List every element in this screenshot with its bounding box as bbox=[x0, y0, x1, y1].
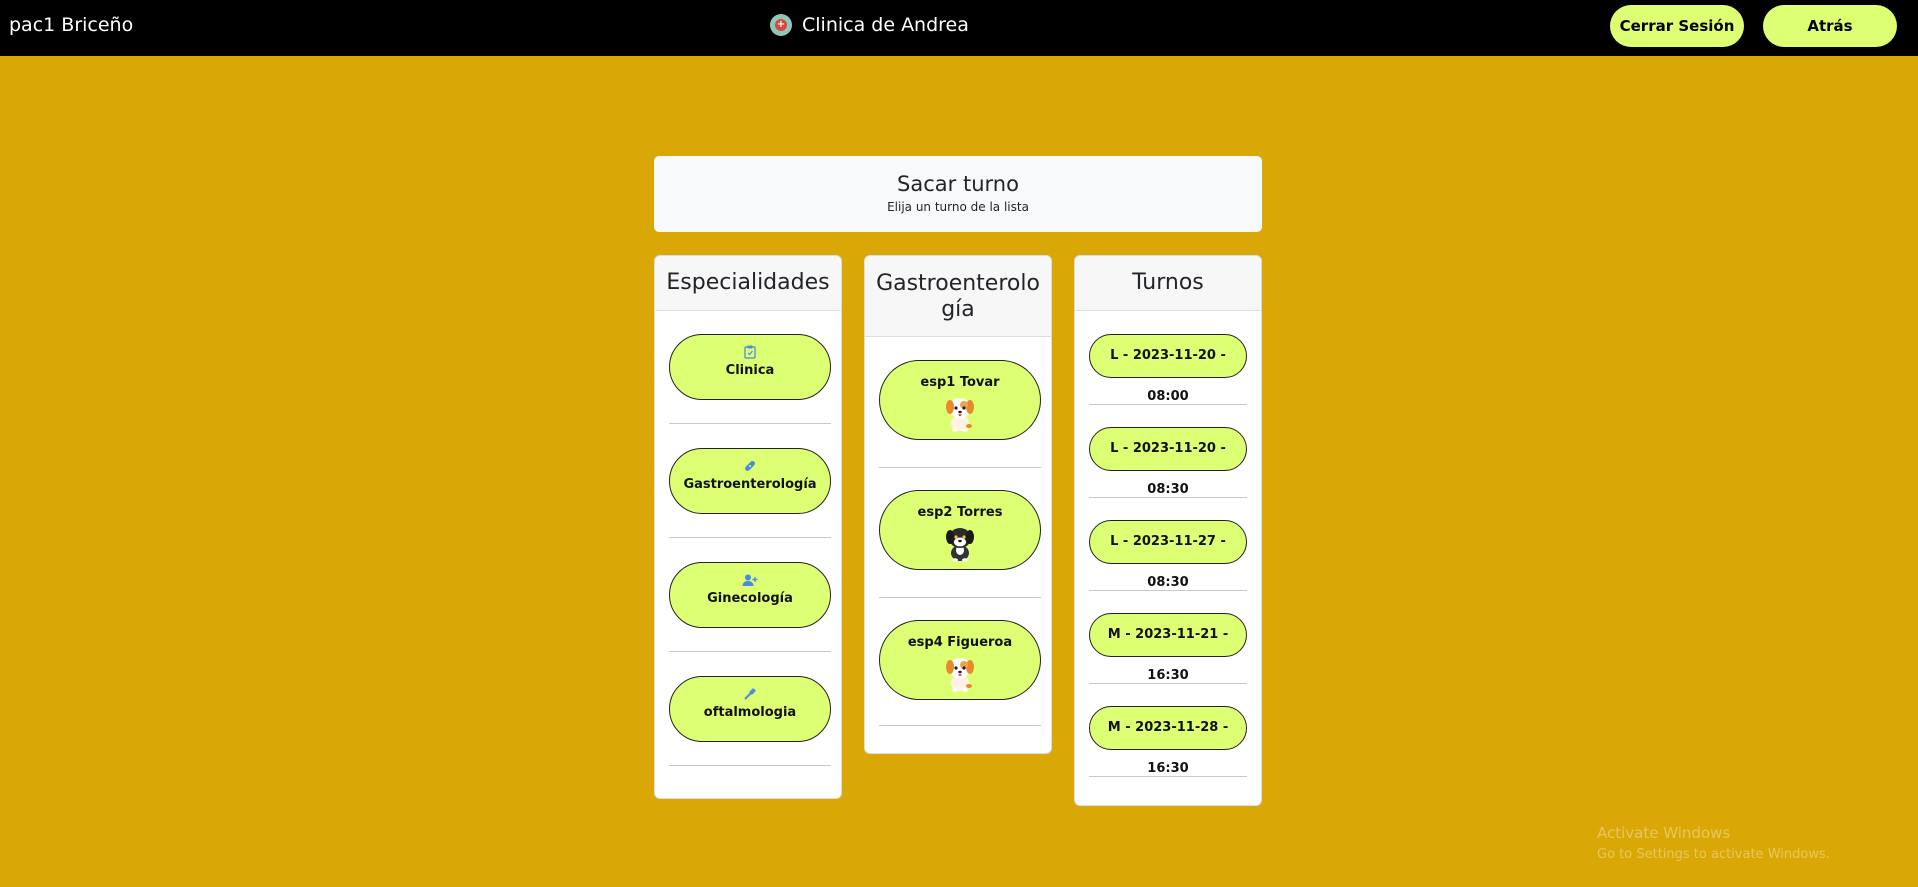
page-subtitle: Elija un turno de la lista bbox=[887, 200, 1029, 214]
turno-button[interactable]: L - 2023-11-20 - 08:30 bbox=[1089, 427, 1247, 497]
specialty-gastroenterologia-button[interactable]: Gastroenterología bbox=[669, 448, 831, 514]
turno-button[interactable]: M - 2023-11-28 - 16:30 bbox=[1089, 706, 1247, 776]
puppy-orange-avatar bbox=[946, 658, 974, 692]
user-plus-icon bbox=[670, 573, 830, 591]
doctor-torres-button[interactable]: esp2 Torres bbox=[879, 490, 1041, 570]
top-navbar: pac1 Briceño + Clinica de Andrea Cerrar … bbox=[0, 0, 1918, 56]
user-name: pac1 Briceño bbox=[9, 14, 134, 36]
header-card: Sacar turno Elija un turno de la lista bbox=[654, 156, 1262, 232]
doctor-figueroa-button[interactable]: esp4 Figueroa bbox=[879, 620, 1041, 700]
especialidades-card: Especialidades Clinica Gastroenterología… bbox=[654, 255, 842, 799]
back-button[interactable]: Atrás bbox=[1763, 5, 1897, 47]
clinic-logo-icon: + bbox=[770, 14, 792, 36]
clipboard-icon bbox=[670, 345, 830, 363]
doctor-tovar-button[interactable]: esp1 Tovar bbox=[879, 360, 1041, 440]
specialty-label: Ginecología bbox=[707, 591, 793, 606]
specialty-label: oftalmologia bbox=[703, 705, 797, 720]
especialistas-title: Gastroenterología bbox=[865, 256, 1051, 337]
specialty-label: Gastroenterología bbox=[683, 477, 817, 492]
doctor-name: esp1 Tovar bbox=[920, 375, 1000, 390]
specialty-oftalmologia-button[interactable]: oftalmologia bbox=[669, 676, 831, 742]
turnos-title: Turnos bbox=[1075, 256, 1261, 311]
turno-button[interactable]: M - 2023-11-21 - 16:30 bbox=[1089, 613, 1247, 683]
especialistas-card: Gastroenterología esp1 Tovar esp2 Torres bbox=[864, 255, 1052, 754]
specialty-clinica-button[interactable]: Clinica bbox=[669, 334, 831, 400]
logout-button[interactable]: Cerrar Sesión bbox=[1610, 5, 1744, 47]
turno-button[interactable]: L - 2023-11-20 - 08:00 bbox=[1089, 334, 1247, 404]
turno-button[interactable]: L - 2023-11-27 - 08:30 bbox=[1089, 520, 1247, 590]
especialistas-title-text: Gastroenterología bbox=[876, 271, 1040, 322]
doctor-name: esp4 Figueroa bbox=[907, 635, 1013, 650]
puppy-orange-avatar bbox=[946, 398, 974, 432]
page-title: Sacar turno bbox=[897, 172, 1019, 196]
windows-activation-watermark: Activate Windows Go to Settings to activ… bbox=[1597, 822, 1830, 866]
bandage-icon bbox=[670, 459, 830, 477]
dropper-icon bbox=[670, 687, 830, 705]
puppy-black-avatar bbox=[946, 528, 974, 562]
especialidades-title: Especialidades bbox=[655, 256, 841, 311]
specialty-ginecologia-button[interactable]: Ginecología bbox=[669, 562, 831, 628]
specialty-label: Clinica bbox=[725, 363, 775, 378]
brand-title: Clinica de Andrea bbox=[802, 14, 969, 36]
turnos-card: Turnos L - 2023-11-20 - 08:00 L - 2023-1… bbox=[1074, 255, 1262, 806]
watermark-line2: Go to Settings to activate Windows. bbox=[1597, 847, 1830, 862]
brand[interactable]: + Clinica de Andrea bbox=[770, 14, 969, 36]
watermark-line1: Activate Windows bbox=[1597, 824, 1731, 842]
doctor-name: esp2 Torres bbox=[917, 505, 1003, 520]
